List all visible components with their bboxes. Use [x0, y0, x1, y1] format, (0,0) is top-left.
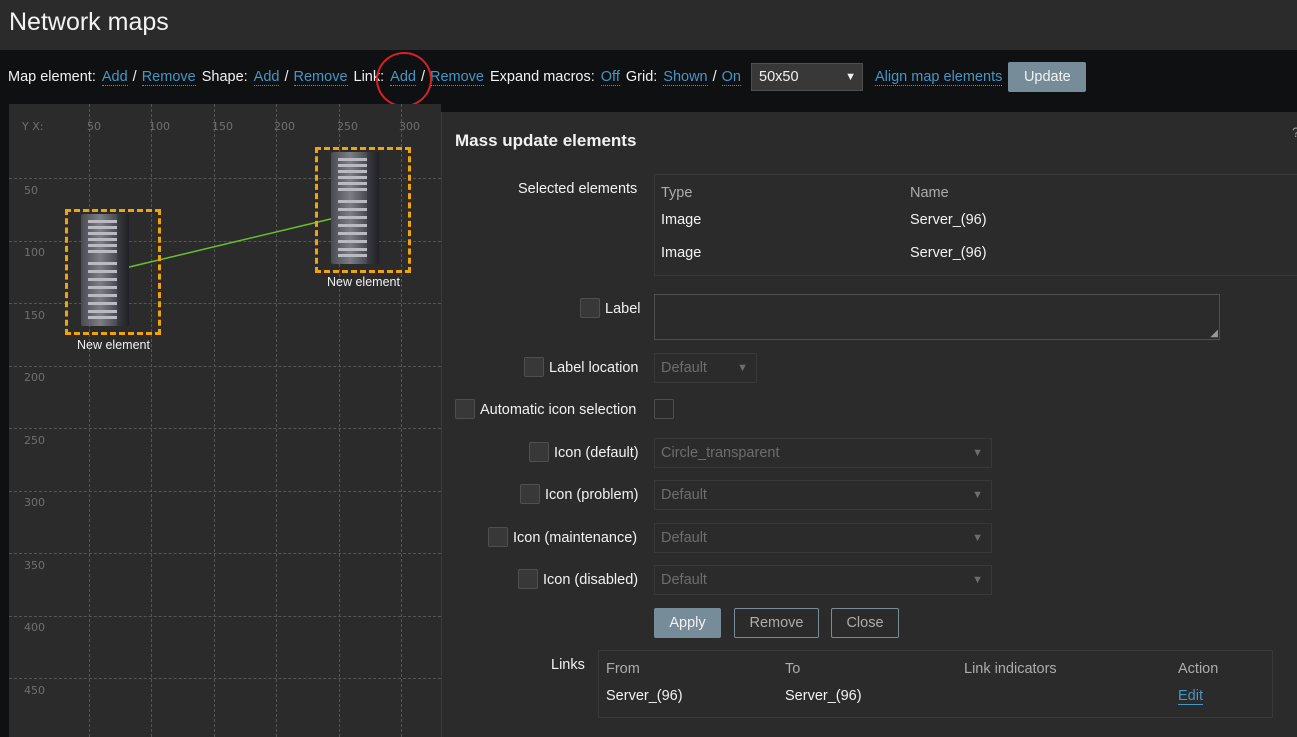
map-element-label: New element: [327, 275, 400, 289]
shape-label: Shape:: [201, 69, 248, 85]
mass-update-panel: Mass update elements ? Selected elements…: [441, 112, 1297, 737]
remove-button[interactable]: Remove: [734, 608, 819, 638]
icon-default-checkbox[interactable]: [529, 442, 549, 462]
page-header: Network maps: [0, 0, 1297, 50]
table-header: Link indicators: [964, 661, 1057, 677]
chevron-down-icon: ▼: [972, 489, 983, 501]
label-location-value: Default: [661, 360, 707, 376]
links-label: Links: [551, 657, 585, 673]
icon-problem-value: Default: [661, 487, 707, 503]
icon-default-value: Circle_transparent: [661, 445, 780, 461]
help-icon[interactable]: ?: [1292, 124, 1297, 140]
table-header: From: [606, 661, 640, 677]
map-canvas[interactable]: Y X: 50 100 150 200 250 300 50 100 150 2…: [9, 104, 441, 737]
grid-label: Grid:: [625, 69, 658, 85]
icon-disabled-select[interactable]: Default ▼: [654, 565, 992, 595]
panel-title: Mass update elements: [455, 131, 637, 150]
grid-size-select[interactable]: 50x50 ▼: [751, 63, 863, 91]
icon-disabled-checkbox[interactable]: [518, 569, 538, 589]
expand-macros-label: Expand macros:: [490, 69, 595, 85]
table-cell: Server_(96): [910, 245, 987, 261]
grid-shown-toggle[interactable]: Shown: [663, 69, 708, 86]
auto-icon-label: Automatic icon selection: [480, 402, 637, 418]
chevron-down-icon: ▼: [845, 71, 856, 83]
icon-default-label: Icon (default): [554, 445, 639, 461]
label-location-label: Label location: [549, 360, 639, 376]
resize-handle-icon[interactable]: ◢: [1210, 328, 1218, 339]
links-table: From To Link indicators Action Server_(9…: [598, 650, 1273, 718]
auto-icon-value-checkbox[interactable]: [654, 399, 674, 419]
update-button[interactable]: Update: [1008, 62, 1087, 92]
shape-remove-link[interactable]: Remove: [293, 69, 348, 86]
close-button[interactable]: Close: [831, 608, 899, 638]
map-element-remove-link[interactable]: Remove: [141, 69, 196, 86]
label-textarea[interactable]: ◢: [654, 294, 1220, 340]
icon-problem-label: Icon (problem): [545, 487, 639, 503]
expand-macros-toggle[interactable]: Off: [600, 69, 620, 86]
table-header: Name: [910, 185, 949, 201]
icon-maintenance-select[interactable]: Default ▼: [654, 523, 992, 553]
table-cell: Server_(96): [910, 212, 987, 228]
chevron-down-icon: ▼: [972, 447, 983, 459]
server-icon[interactable]: [331, 152, 379, 264]
map-element-add-link[interactable]: Add: [101, 69, 128, 86]
table-cell: Image: [661, 245, 702, 261]
map-element-label: New element: [77, 338, 150, 352]
grid-size-value: 50x50: [759, 69, 799, 85]
map-element-label: Map element:: [8, 69, 96, 85]
icon-problem-select[interactable]: Default ▼: [654, 480, 992, 510]
shape-add-link[interactable]: Add: [253, 69, 280, 86]
table-cell: Server_(96): [606, 688, 683, 704]
icon-problem-checkbox[interactable]: [520, 484, 540, 504]
align-map-elements-link[interactable]: Align map elements: [875, 69, 1003, 86]
icon-disabled-value: Default: [661, 572, 707, 588]
table-cell: Server_(96): [785, 688, 862, 704]
icon-maintenance-value: Default: [661, 530, 707, 546]
label-location-checkbox[interactable]: [524, 357, 544, 377]
label-checkbox[interactable]: [580, 298, 600, 318]
edit-link[interactable]: Edit: [1178, 688, 1203, 705]
icon-default-select[interactable]: Circle_transparent ▼: [654, 438, 992, 468]
icon-disabled-label: Icon (disabled): [543, 572, 639, 588]
chevron-down-icon: ▼: [737, 362, 748, 374]
table-header: To: [785, 661, 801, 677]
selected-elements-table: Type Name Image Server_(96) Image Server…: [654, 174, 1297, 276]
link-remove-link[interactable]: Remove: [430, 69, 484, 86]
label-field-label: Label: [605, 301, 641, 317]
chevron-down-icon: ▼: [972, 532, 983, 544]
table-header: Type: [661, 185, 693, 201]
icon-maintenance-checkbox[interactable]: [488, 527, 508, 547]
selected-elements-label: Selected elements: [518, 181, 638, 197]
icon-maintenance-label: Icon (maintenance): [513, 530, 638, 546]
table-cell: Image: [661, 212, 702, 228]
chevron-down-icon: ▼: [972, 574, 983, 586]
grid-on-toggle[interactable]: On: [721, 69, 741, 86]
table-header: Action: [1178, 661, 1219, 677]
server-icon[interactable]: [81, 214, 129, 326]
label-location-select[interactable]: Default ▼: [654, 353, 757, 383]
page-title: Network maps: [9, 8, 169, 36]
map-toolbar: Map element: Add / Remove Shape: Add / R…: [0, 50, 1297, 104]
auto-icon-checkbox[interactable]: [455, 399, 475, 419]
apply-button[interactable]: Apply: [654, 608, 721, 638]
